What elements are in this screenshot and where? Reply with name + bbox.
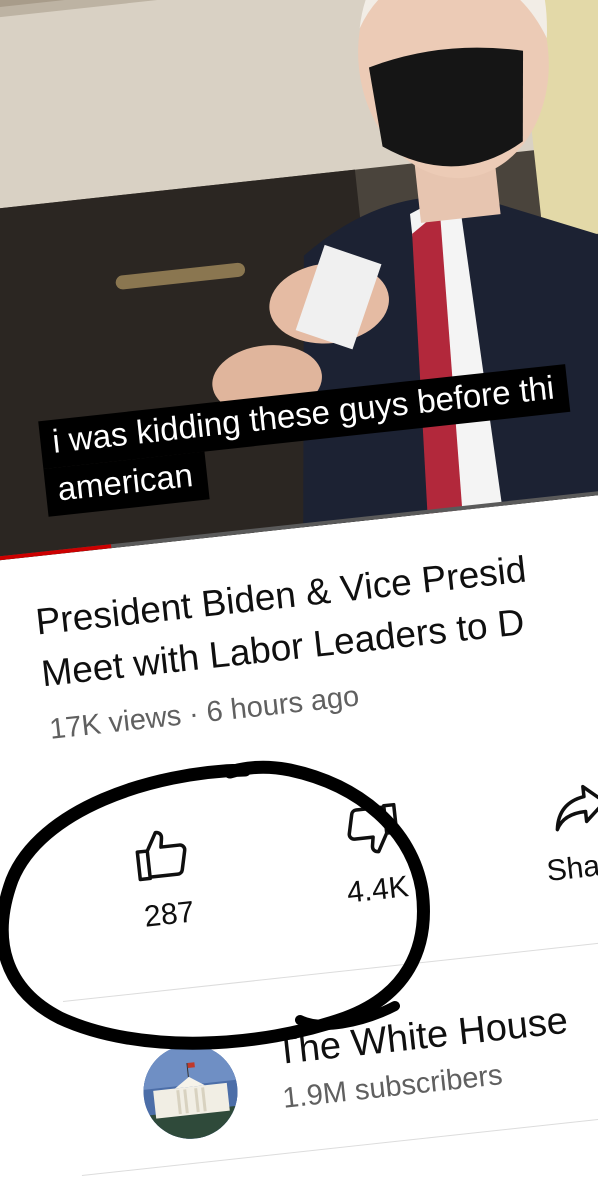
thumbs-up-icon	[135, 830, 187, 882]
like-button[interactable]: 287	[85, 816, 246, 940]
phone-screen: i was kidding these guys before thi amer…	[0, 0, 598, 1200]
like-count: 287	[142, 895, 196, 934]
white-house-logo	[138, 1040, 243, 1144]
dislike-button[interactable]: 4.4K	[293, 792, 454, 916]
share-button[interactable]: Share	[502, 769, 598, 893]
thumbs-down-icon	[347, 802, 399, 854]
screenshot-page: i was kidding these guys before thi amer…	[0, 0, 598, 1200]
share-label: Share	[545, 846, 598, 888]
dislike-count: 4.4K	[345, 870, 411, 910]
channel-avatar[interactable]	[138, 1040, 243, 1144]
share-arrow-icon	[555, 784, 598, 832]
channel-name[interactable]: The White House	[273, 1000, 570, 1074]
video-player[interactable]: i was kidding these guys before thi amer…	[0, 0, 598, 563]
